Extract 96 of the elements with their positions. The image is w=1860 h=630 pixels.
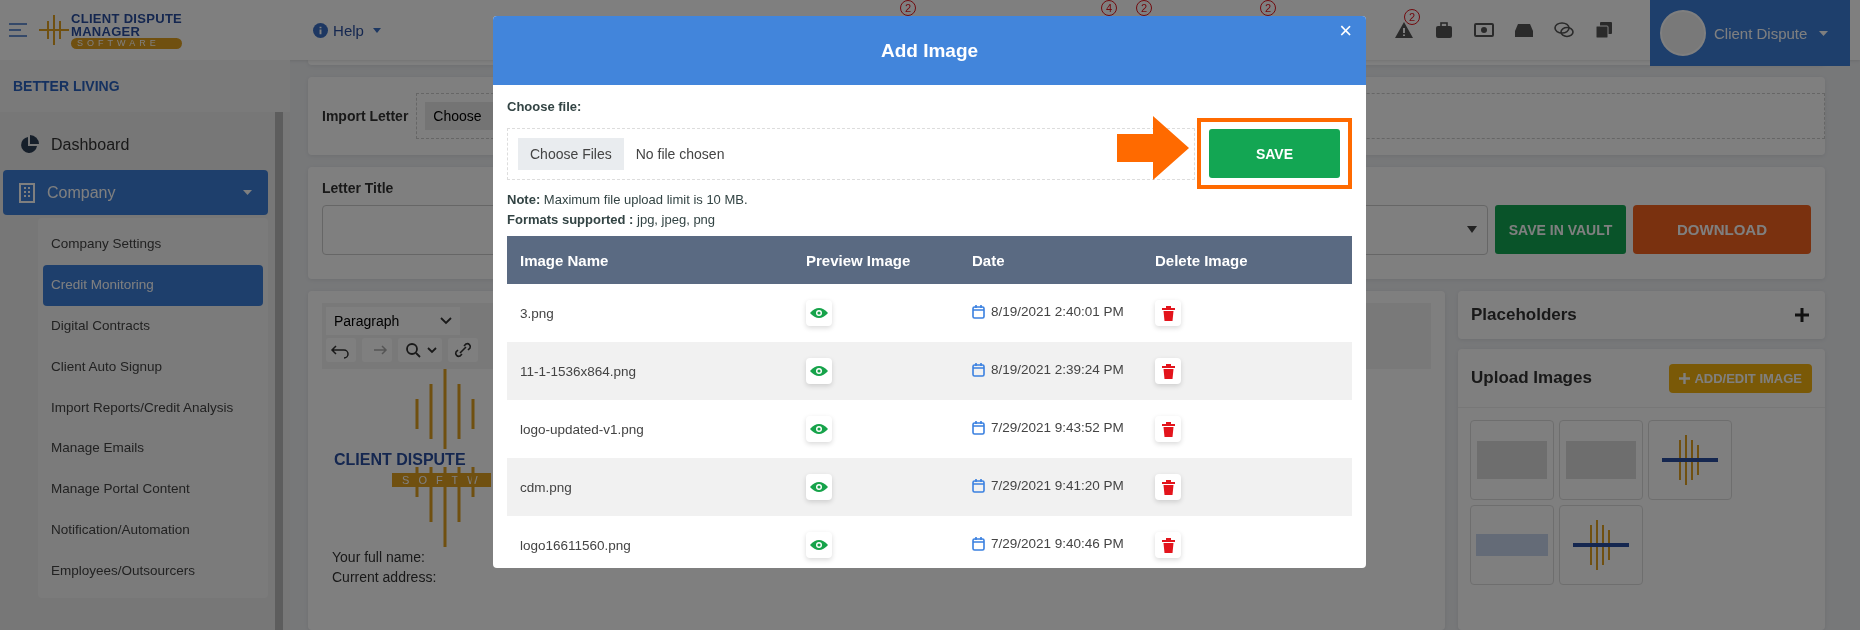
document-text: Current address: [332, 568, 438, 587]
submenu-item[interactable]: Digital Contracts [43, 305, 263, 347]
field-label: Choose file: [507, 99, 583, 114]
nav-item[interactable]: Company [3, 170, 268, 215]
table-cell: 11-1-1536x864.png [520, 363, 637, 379]
table-cell: 3.png [520, 305, 554, 321]
logo-text: CLIENT DISPUTE [71, 11, 183, 25]
dialog-title: Add Image [880, 39, 979, 62]
plus-icon[interactable] [1794, 307, 1810, 323]
field-label: Import Letter [322, 108, 409, 124]
column-header: Image Name [507, 236, 793, 284]
scrollbar[interactable] [275, 112, 283, 630]
panel-title: Placeholders [1471, 305, 1577, 325]
calendar-icon [972, 304, 985, 319]
column-header: Preview Image [793, 236, 959, 284]
table-cell: 7/29/2021 9:40:46 PM [991, 536, 1124, 551]
logo-text: CLIENT DISPUTE [334, 451, 466, 469]
logo-icon [39, 15, 69, 45]
notification-badge: 2 [1404, 9, 1420, 25]
notification-badge: 2 [900, 0, 916, 16]
pie-chart-icon [19, 134, 39, 155]
undo-icon[interactable] [326, 338, 356, 362]
trash-icon[interactable] [1155, 358, 1181, 384]
briefcase-icon[interactable] [1434, 21, 1454, 39]
logo-tagline: SOFTWARE [71, 37, 183, 49]
eye-icon[interactable] [806, 532, 832, 558]
notification-badge: 2 [1136, 0, 1152, 16]
trash-icon[interactable] [1155, 416, 1181, 442]
caret-icon [372, 27, 381, 33]
image-thumbnail[interactable] [1559, 505, 1643, 585]
calendar-icon [972, 420, 985, 435]
caret-icon [1467, 226, 1477, 233]
block-format-select[interactable]: Paragraph [326, 307, 460, 335]
table-cell: 8/19/2021 2:40:01 PM [991, 304, 1124, 319]
plus-icon [1679, 372, 1691, 384]
image-thumbnail[interactable] [1470, 505, 1554, 585]
company-name: BETTER LIVING [13, 78, 120, 94]
arrow-icon [1117, 116, 1189, 180]
column-header: Date [959, 236, 1142, 284]
screenshot-placeholder [1476, 534, 1548, 556]
warning-icon[interactable] [1394, 21, 1414, 39]
eye-icon[interactable] [806, 300, 832, 326]
field-label: Letter Title [322, 180, 394, 196]
trash-icon[interactable] [1155, 532, 1181, 558]
table-cell: 7/29/2021 9:43:52 PM [991, 420, 1124, 435]
chevron-icon [440, 317, 452, 325]
eye-icon[interactable] [806, 474, 832, 500]
submenu-item[interactable]: Import Reports/Credit Analysis [43, 387, 263, 429]
eye-icon[interactable] [806, 416, 832, 442]
trash-icon[interactable] [1155, 300, 1181, 326]
table-cell: cdm.png [520, 479, 572, 495]
link-icon[interactable] [448, 338, 478, 362]
copy-icon[interactable] [1594, 21, 1614, 39]
find-replace-icon[interactable] [398, 338, 442, 362]
notification-badge: 4 [1101, 0, 1117, 16]
logo-drawing [1660, 435, 1720, 485]
choose-file-button[interactable]: Choose [425, 102, 496, 130]
help-menu[interactable]: Help [307, 20, 387, 40]
table-cell: logo-updated-v1.png [520, 421, 644, 437]
submenu-item[interactable]: Notification/Automation [43, 510, 263, 552]
save-button[interactable]: SAVE [1209, 129, 1340, 178]
download-button[interactable]: DOWNLOAD [1633, 205, 1811, 254]
menu-icon[interactable] [9, 23, 27, 37]
table-cell: 8/19/2021 2:39:24 PM [991, 362, 1124, 377]
submenu-item[interactable]: Manage Portal Content [43, 469, 263, 511]
table-cell: 7/29/2021 9:41:20 PM [991, 478, 1124, 493]
formats-text: Formats supported : jpg, jpeg, png [507, 211, 717, 229]
trash-icon[interactable] [1155, 474, 1181, 500]
submenu-item[interactable]: Manage Emails [43, 428, 263, 470]
user-menu[interactable]: Client Dispute [1650, 0, 1850, 66]
submenu-item[interactable]: Employees/Outsourcers [43, 551, 263, 592]
calendar-icon [972, 478, 985, 493]
logo-drawing [1571, 520, 1631, 570]
chat-icon[interactable] [1554, 21, 1574, 39]
column-header: Delete Image [1142, 236, 1352, 284]
money-icon[interactable] [1474, 21, 1494, 39]
submenu-item[interactable]: Company Settings [43, 224, 263, 265]
calendar-icon [972, 536, 985, 551]
notification-badge: 2 [1260, 0, 1276, 16]
info-icon [313, 22, 329, 38]
logo-text: MANAGER [71, 24, 142, 38]
table-cell: logo16611560.png [520, 537, 631, 553]
building-icon [19, 182, 35, 203]
inbox-icon[interactable] [1514, 21, 1534, 39]
avatar [1660, 10, 1706, 56]
panel-title: Upload Images [1471, 368, 1592, 388]
nav-item[interactable]: Dashboard [3, 122, 268, 167]
save-button[interactable]: SAVE IN VAULT [1495, 205, 1626, 254]
eye-icon[interactable] [806, 358, 832, 384]
close-button[interactable]: × [1335, 18, 1356, 44]
image-thumbnail[interactable] [1648, 420, 1732, 500]
submenu-item[interactable]: Credit Monitoring [43, 264, 263, 306]
caret-icon [1819, 30, 1829, 36]
note-text: Note: Maximum file upload limit is 10 MB. [507, 191, 749, 209]
calendar-icon [972, 362, 985, 377]
submenu-item[interactable]: Client Auto Signup [43, 346, 263, 388]
